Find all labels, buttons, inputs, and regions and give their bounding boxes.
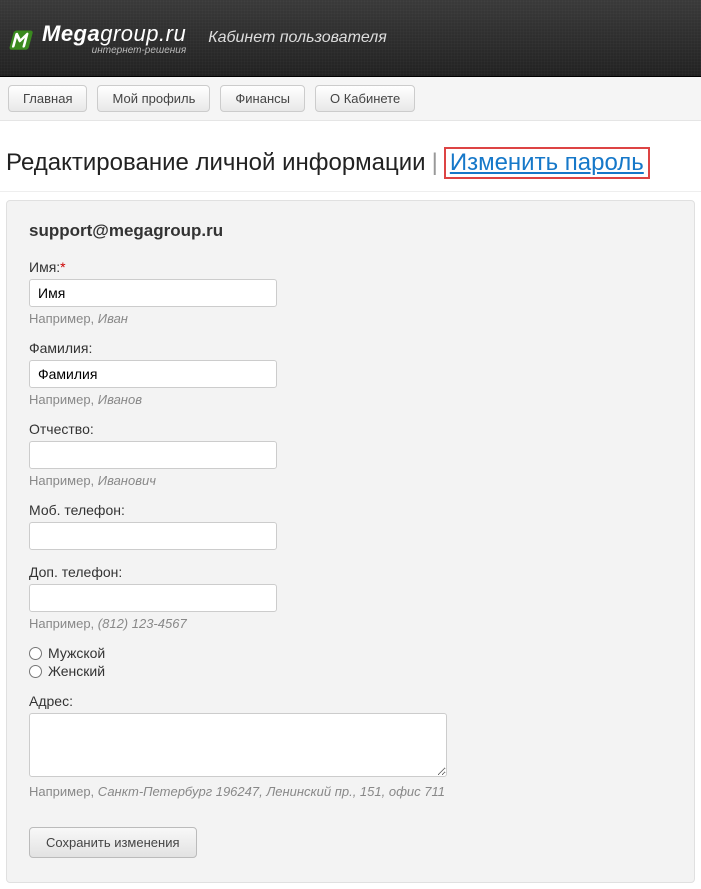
last-name-input[interactable] — [29, 360, 277, 388]
extra-phone-hint: Например, (812) 123-4567 — [29, 616, 672, 631]
first-name-label: Имя:* — [29, 259, 672, 275]
last-name-label: Фамилия: — [29, 340, 672, 356]
gender-group: Мужской Женский — [29, 645, 672, 679]
title-separator: | — [432, 149, 438, 177]
page-title-row: Редактирование личной информации | Измен… — [0, 121, 701, 192]
field-extra-phone: Доп. телефон: Например, (812) 123-4567 — [29, 564, 672, 631]
nav-profile[interactable]: Мой профиль — [97, 85, 210, 112]
last-name-hint: Например, Иванов — [29, 392, 672, 407]
nav-about[interactable]: О Кабинете — [315, 85, 415, 112]
first-name-hint: Например, Иван — [29, 311, 672, 326]
first-name-input[interactable] — [29, 279, 277, 307]
logo[interactable]: Megagroup.ru интернет-решения — [8, 21, 186, 56]
gender-male-radio[interactable] — [29, 647, 42, 660]
cabinet-title: Кабинет пользователя — [208, 29, 387, 47]
nav-home[interactable]: Главная — [8, 85, 87, 112]
nav-finance[interactable]: Финансы — [220, 85, 305, 112]
header: Megagroup.ru интернет-решения Кабинет по… — [0, 0, 701, 77]
logo-icon — [8, 27, 36, 55]
mobile-input[interactable] — [29, 522, 277, 550]
user-email: support@megagroup.ru — [29, 221, 672, 241]
address-input[interactable] — [29, 713, 447, 777]
navbar: Главная Мой профиль Финансы О Кабинете — [0, 77, 701, 121]
patronymic-label: Отчество: — [29, 421, 672, 437]
extra-phone-input[interactable] — [29, 584, 277, 612]
field-mobile: Моб. телефон: — [29, 502, 672, 550]
gender-female-radio[interactable] — [29, 665, 42, 678]
field-last-name: Фамилия: Например, Иванов — [29, 340, 672, 407]
mobile-label: Моб. телефон: — [29, 502, 672, 518]
gender-female-label: Женский — [48, 663, 105, 679]
extra-phone-label: Доп. телефон: — [29, 564, 672, 580]
gender-female-row[interactable]: Женский — [29, 663, 672, 679]
gender-male-label: Мужской — [48, 645, 105, 661]
brand-name: Megagroup.ru — [42, 21, 186, 47]
page-title: Редактирование личной информации — [6, 149, 426, 177]
form-panel: support@megagroup.ru Имя:* Например, Ива… — [6, 200, 695, 883]
gender-male-row[interactable]: Мужской — [29, 645, 672, 661]
change-password-link[interactable]: Изменить пароль — [444, 147, 650, 179]
address-label: Адрес: — [29, 693, 672, 709]
patronymic-hint: Например, Иванович — [29, 473, 672, 488]
field-patronymic: Отчество: Например, Иванович — [29, 421, 672, 488]
brand-tagline: интернет-решения — [42, 45, 186, 56]
field-first-name: Имя:* Например, Иван — [29, 259, 672, 326]
patronymic-input[interactable] — [29, 441, 277, 469]
field-address: Адрес: Например, Санкт-Петербург 196247,… — [29, 693, 672, 799]
address-hint: Например, Санкт-Петербург 196247, Ленинс… — [29, 784, 672, 799]
save-button[interactable]: Сохранить изменения — [29, 827, 197, 858]
